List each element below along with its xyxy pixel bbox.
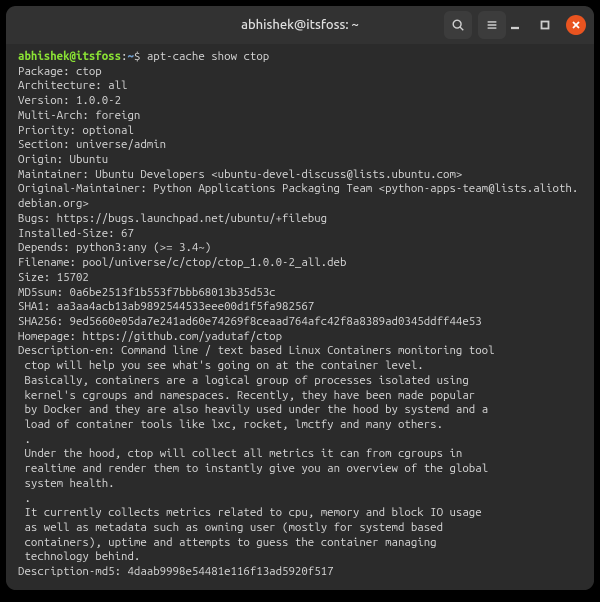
close-button[interactable] <box>566 15 586 35</box>
output-line: realtime and render them to instantly gi… <box>18 462 488 475</box>
output-line: Basically, containers are a logical grou… <box>18 374 469 387</box>
output-line: ctop will help you see what's going on a… <box>18 359 424 372</box>
output-line: Depends: python3:any (>= 3.4~) <box>18 241 211 254</box>
output-line: Installed-Size: 67 <box>18 227 134 240</box>
output-line: Package: ctop <box>18 65 102 78</box>
output-line: by Docker and they are also heavily used… <box>18 403 488 416</box>
hamburger-icon <box>485 18 499 32</box>
maximize-button[interactable] <box>536 16 554 34</box>
output-line: system health. <box>18 477 115 490</box>
output-line: kernel's cgroups and namespaces. Recentl… <box>18 389 475 402</box>
window-title: abhishek@itsfoss: ~ <box>241 18 359 32</box>
close-icon <box>571 20 581 30</box>
output-line: Size: 15702 <box>18 271 89 284</box>
command-input: apt-cache show ctop <box>147 50 269 63</box>
minimize-icon <box>510 20 520 30</box>
output-line: Description-md5: 4daab9998e54481e116f13a… <box>18 565 334 578</box>
output-line: Section: universe/admin <box>18 138 166 151</box>
maximize-icon <box>540 20 550 30</box>
titlebar: abhishek@itsfoss: ~ <box>6 6 594 44</box>
output-line: It currently collects metrics related to… <box>18 506 482 519</box>
terminal-body[interactable]: abhishek@itsfoss:~$ apt-cache show ctop … <box>6 44 594 590</box>
output-line: Original-Maintainer: Python Applications… <box>18 182 578 210</box>
terminal-window: abhishek@itsfoss: ~ <box>6 6 594 590</box>
output-line: SHA256: 9ed5660e05da7e241ad60e74269f8cea… <box>18 315 482 328</box>
output-line: SHA1: aa3aa4acb13ab9892544533eee00d1f5fa… <box>18 300 314 313</box>
output-line: . <box>18 492 31 505</box>
output-line: Filename: pool/universe/c/ctop/ctop_1.0.… <box>18 256 346 269</box>
output-line: as well as metadata such as owning user … <box>18 521 443 534</box>
search-icon <box>451 18 465 32</box>
output-line: Description-en: Command line / text base… <box>18 344 495 357</box>
output-line: Under the hood, ctop will collect all me… <box>18 447 462 460</box>
prompt-dollar: $ <box>134 50 147 63</box>
output-line: technology behind. <box>18 550 140 563</box>
output-line: . <box>18 433 31 446</box>
output-line: load of container tools like lxc, rocket… <box>18 418 443 431</box>
output-line: containers), uptime and attempts to gues… <box>18 536 437 549</box>
output-line: Maintainer: Ubuntu Developers <ubuntu-de… <box>18 168 462 181</box>
output-line: Priority: optional <box>18 124 134 137</box>
output-line: MD5sum: 0a6be2513f1b553f7bbb68013b35d53c <box>18 286 276 299</box>
titlebar-button-group <box>444 11 506 39</box>
search-button[interactable] <box>444 11 472 39</box>
window-controls <box>506 15 586 35</box>
output-line: Version: 1.0.0-2 <box>18 94 121 107</box>
output-line: Architecture: all <box>18 79 127 92</box>
output-line: Homepage: https://github.com/yadutaf/cto… <box>18 330 282 343</box>
output-line: Bugs: https://bugs.launchpad.net/ubuntu/… <box>18 212 327 225</box>
minimize-button[interactable] <box>506 16 524 34</box>
prompt-user-host: abhishek@itsfoss <box>18 50 121 63</box>
menu-button[interactable] <box>478 11 506 39</box>
output-line: Origin: Ubuntu <box>18 153 108 166</box>
output-line: Multi-Arch: foreign <box>18 109 140 122</box>
